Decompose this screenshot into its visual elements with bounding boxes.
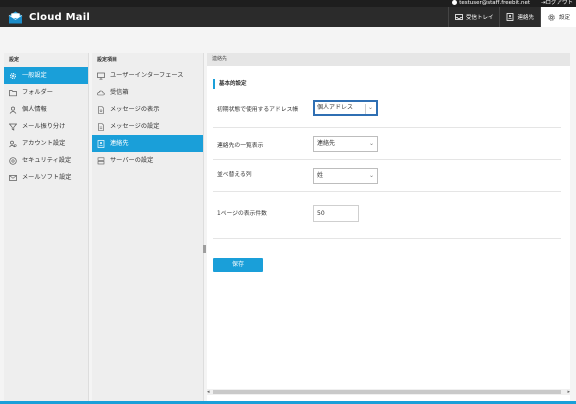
settings-categories-panel: 設定 一般設定 フォルダー 個人情報 メール振り分け アカウント設定 セキュリテ… <box>4 53 89 404</box>
settings-content: 連絡先 基本的設定 初期状態で使用するアドレス帳 個人アドレス ⌄ 連絡先の一覧… <box>207 53 570 404</box>
message-settings-icon <box>97 122 105 131</box>
nav-contacts-label: 連絡先 <box>517 15 534 21</box>
menu-personal-info-label: 個人情報 <box>22 106 47 113</box>
menu-account-settings[interactable]: アカウント設定 <box>4 135 88 152</box>
contact-list-display-select[interactable]: 連絡先 ⌄ <box>313 136 378 152</box>
nav-inbox[interactable]: 受信トレイ <box>447 7 500 27</box>
items-per-page-value: 50 <box>317 210 325 217</box>
item-message-display[interactable]: メッセージの表示 <box>92 101 203 118</box>
menu-personal-info[interactable]: 個人情報 <box>4 101 88 118</box>
nav-inbox-label: 受信トレイ <box>465 15 494 21</box>
filter-icon <box>9 123 17 131</box>
folder-icon <box>9 89 17 97</box>
menu-security-settings-label: セキュリティ設定 <box>22 157 72 164</box>
contact-book-icon <box>97 139 105 148</box>
default-addressbook-select[interactable]: 個人アドレス ⌄ <box>313 100 378 116</box>
setting-row-sort-column: 並べ替える列 姓 ⌄ <box>213 160 561 192</box>
contact-list-display-label: 連絡先の一覧表示 <box>217 143 264 149</box>
setting-row-contact-list-display: 連絡先の一覧表示 連絡先 ⌄ <box>213 128 561 160</box>
settings-heading: 設定 <box>9 57 20 63</box>
gear-icon <box>9 72 17 80</box>
cloud-mail-logo-icon <box>8 10 23 24</box>
menu-general-settings-label: 一般設定 <box>22 72 47 79</box>
top-strip: testuser@staff.freebit.net ⇥ログアウト <box>0 0 576 7</box>
menu-general-settings[interactable]: 一般設定 <box>4 67 88 84</box>
item-message-settings[interactable]: メッセージの設定 <box>92 118 203 135</box>
chevron-down-icon: ⌄ <box>368 172 374 179</box>
content-title-bar: 連絡先 <box>207 53 570 66</box>
user-info: testuser@staff.freebit.net <box>452 0 530 7</box>
menu-account-settings-label: アカウント設定 <box>22 140 66 147</box>
message-view-icon <box>97 105 105 114</box>
setting-row-items-per-page: 1ページの表示件数 50 <box>213 192 561 239</box>
scroll-left-icon[interactable]: ◂ <box>207 389 210 395</box>
gear-icon <box>548 13 555 21</box>
default-addressbook-value: 個人アドレス <box>317 104 354 111</box>
server-icon <box>97 157 105 165</box>
user-icon <box>9 106 17 114</box>
item-user-interface[interactable]: ユーザーインターフェース <box>92 67 203 84</box>
account-icon <box>9 140 17 148</box>
setting-row-default-addressbook: 初期状態で使用するアドレス帳 個人アドレス ⌄ <box>213 91 561 128</box>
inbox-icon <box>455 14 463 20</box>
items-per-page-label: 1ページの表示件数 <box>217 211 267 217</box>
sort-column-select[interactable]: 姓 ⌄ <box>313 168 378 184</box>
section-title: 基本的設定 <box>213 79 247 89</box>
item-inbox[interactable]: 受信箱 <box>92 84 203 101</box>
item-contacts[interactable]: 連絡先 <box>92 135 203 152</box>
main-inner: 設定 一般設定 フォルダー 個人情報 メール振り分け アカウント設定 セキュリテ… <box>4 53 570 404</box>
user-email: testuser@staff.freebit.net <box>459 0 530 6</box>
user-icon <box>452 0 458 5</box>
security-icon <box>9 156 17 165</box>
menu-mail-client-settings-label: メールソフト設定 <box>22 174 72 181</box>
chevron-down-icon: ⌄ <box>368 140 374 147</box>
logout-link[interactable]: ⇥ログアウト <box>541 0 573 7</box>
mail-client-icon <box>9 174 17 182</box>
items-per-page-input[interactable]: 50 <box>313 205 359 222</box>
contact-list-display-value: 連絡先 <box>317 140 336 147</box>
default-addressbook-label: 初期状態で使用するアドレス帳 <box>217 107 299 113</box>
app-header: Cloud Mail 受信トレイ 連絡先 設定 <box>0 7 576 27</box>
menu-folders[interactable]: フォルダー <box>4 84 88 101</box>
select-divider <box>365 104 366 114</box>
horizontal-scrollbar[interactable]: ◂ ▸ <box>207 389 570 395</box>
item-server-settings[interactable]: サーバーの設定 <box>92 152 203 169</box>
scroll-right-icon[interactable]: ▸ <box>567 389 570 395</box>
logout-label: ログアウト <box>545 0 573 6</box>
sort-column-label: 並べ替える列 <box>217 172 252 178</box>
panel-resize-handle[interactable] <box>203 245 206 253</box>
scrollbar-thumb[interactable] <box>213 390 561 394</box>
menu-folders-label: フォルダー <box>22 89 53 96</box>
chevron-down-icon: ⌄ <box>367 104 373 111</box>
main-area: 設定 一般設定 フォルダー 個人情報 メール振り分け アカウント設定 セキュリテ… <box>0 27 576 404</box>
monitor-icon <box>97 72 105 80</box>
menu-security-settings[interactable]: セキュリティ設定 <box>4 152 88 169</box>
item-server-settings-label: サーバーの設定 <box>110 157 154 164</box>
menu-mail-filters-label: メール振り分け <box>22 123 66 130</box>
nav-settings-label: 設定 <box>558 15 570 21</box>
menu-mail-filters[interactable]: メール振り分け <box>4 118 88 135</box>
contacts-icon <box>507 13 514 21</box>
save-button[interactable]: 保存 <box>213 258 263 272</box>
item-contacts-label: 連絡先 <box>110 140 129 147</box>
item-inbox-label: 受信箱 <box>110 89 129 96</box>
settings-items-heading: 設定項目 <box>97 57 118 63</box>
nav-settings[interactable]: 設定 <box>539 7 576 27</box>
item-message-display-label: メッセージの表示 <box>110 106 160 113</box>
item-user-interface-label: ユーザーインターフェース <box>110 72 184 79</box>
cloud-icon <box>97 89 105 97</box>
menu-mail-client-settings[interactable]: メールソフト設定 <box>4 169 88 186</box>
nav-contacts[interactable]: 連絡先 <box>499 7 540 27</box>
item-message-settings-label: メッセージの設定 <box>110 123 160 130</box>
app-logo[interactable]: Cloud Mail <box>8 10 90 24</box>
sort-column-value: 姓 <box>317 172 324 179</box>
app-name: Cloud Mail <box>29 11 90 23</box>
header-nav: 受信トレイ 連絡先 設定 <box>447 7 576 27</box>
settings-items-panel: 設定項目 ユーザーインターフェース 受信箱 メッセージの表示 メッセージの設定 … <box>92 53 204 404</box>
